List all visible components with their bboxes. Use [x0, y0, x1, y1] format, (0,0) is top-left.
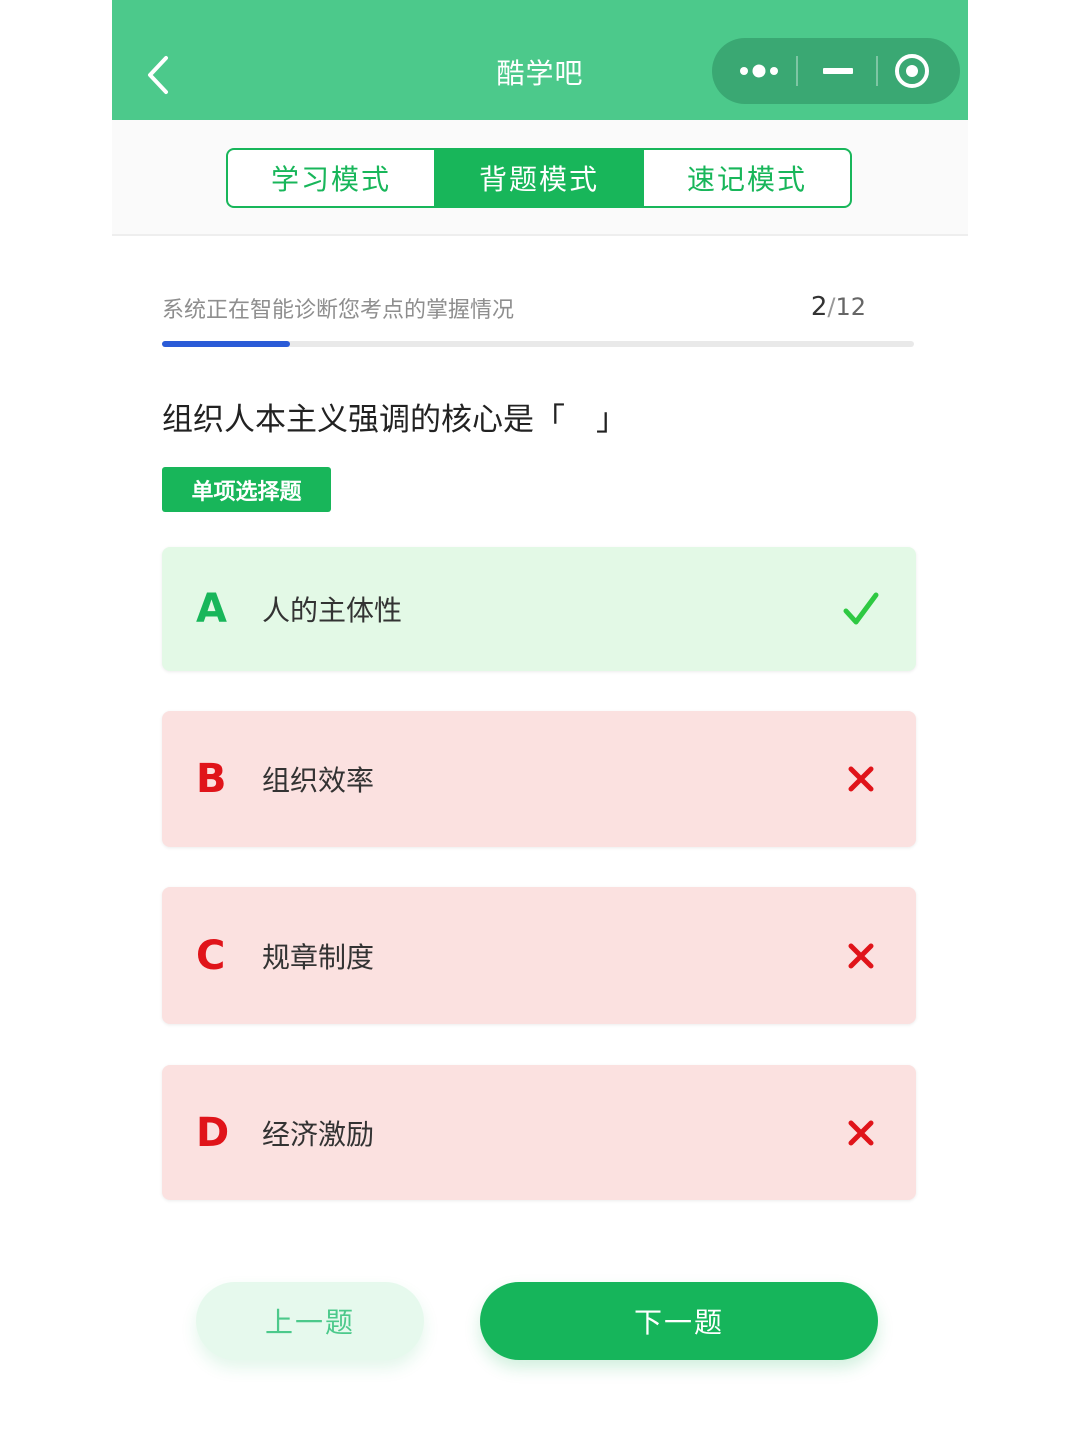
prev-question-button[interactable]: 上一题	[196, 1282, 424, 1360]
minimize-button[interactable]	[806, 38, 870, 104]
option-d[interactable]: D 经济激励	[162, 1065, 916, 1200]
tab-recite-mode[interactable]: 背题模式	[434, 150, 642, 206]
capsule-divider	[876, 56, 878, 86]
option-letter: B	[196, 756, 227, 802]
tab-quick-memo-mode[interactable]: 速记模式	[642, 150, 850, 206]
next-question-button[interactable]: 下一题	[480, 1282, 878, 1360]
option-letter: C	[196, 932, 226, 979]
mode-tab-bar: 学习模式 背题模式 速记模式	[112, 120, 968, 236]
capsule-divider	[796, 56, 798, 86]
cross-icon	[816, 936, 906, 976]
option-text: 人的主体性	[262, 594, 403, 627]
more-button[interactable]	[726, 38, 790, 104]
option-letter: A	[196, 586, 227, 632]
option-text: 规章制度	[262, 940, 375, 974]
header-bar: 酷学吧	[112, 0, 968, 120]
minimize-icon	[823, 68, 853, 74]
option-b[interactable]: B 组织效率	[162, 711, 916, 847]
app-screen: 酷学吧 学习模式 背题模式 速记模式 系统正在智能诊断您考点的掌握情况 2/12…	[112, 0, 968, 1440]
progress-total: 12	[835, 293, 866, 321]
progress-fill	[162, 341, 290, 347]
more-dots-icon	[740, 64, 778, 78]
option-a[interactable]: A 人的主体性	[162, 547, 916, 671]
progress-current: 2	[810, 292, 828, 322]
mode-tabs: 学习模式 背题模式 速记模式	[226, 148, 852, 208]
progress-bar	[162, 341, 914, 347]
diagnosis-text: 系统正在智能诊断您考点的掌握情况	[162, 298, 515, 323]
mini-program-capsule	[712, 38, 960, 104]
close-button[interactable]	[884, 38, 948, 104]
cross-icon	[816, 1113, 906, 1153]
question-type-badge: 单项选择题	[162, 467, 331, 512]
option-letter: D	[196, 1109, 230, 1156]
option-text: 经济激励	[262, 1117, 375, 1151]
progress-counter: 2/12	[811, 292, 866, 322]
tab-study-mode[interactable]: 学习模式	[228, 150, 434, 206]
option-text: 组织效率	[262, 764, 375, 797]
close-circle-icon	[895, 54, 929, 88]
check-icon	[816, 589, 906, 629]
question-text: 组织人本主义强调的核心是「 」	[162, 402, 627, 438]
cross-icon	[816, 759, 906, 799]
option-c[interactable]: C 规章制度	[162, 887, 916, 1024]
